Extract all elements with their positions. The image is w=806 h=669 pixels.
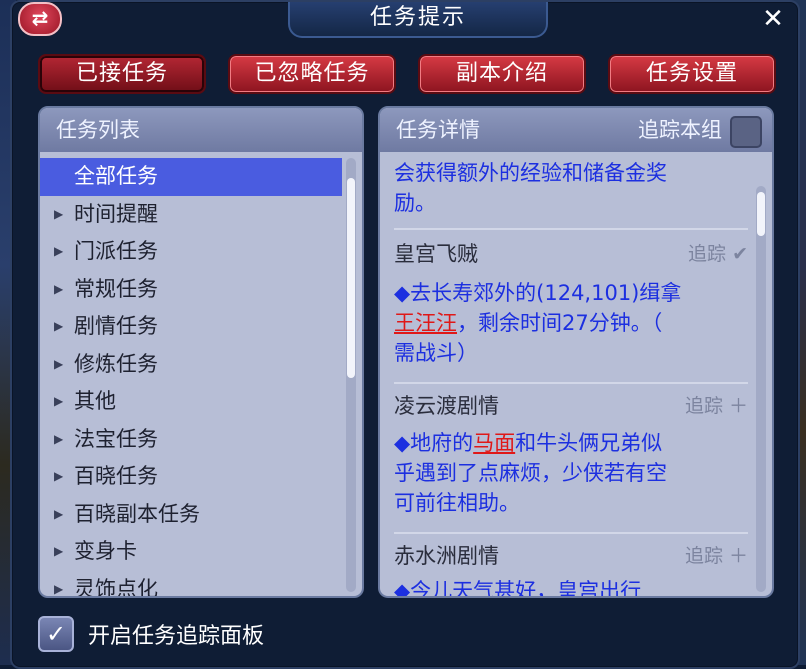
task-window: ⇄ 任务提示 ✕ 已接任务 已忽略任务 副本介绍 任务设置 任务列表 全部任务 …	[10, 0, 800, 669]
task-detail-header: 任务详情 追踪本组	[380, 108, 772, 152]
task-detail-title: 任务详情	[396, 118, 480, 142]
task-description-line: ◆今儿天气甚好，皇宫出行	[394, 579, 642, 596]
task-description-text: ◆地府的	[394, 431, 474, 455]
track-toggle-button[interactable]: 追踪 ＋	[685, 390, 748, 422]
track-group-checkbox[interactable]	[730, 116, 762, 148]
task-detail-content: 会获得额外的经验和储备金奖 励。 皇宫飞贼 追踪 ✔ ◆去长寿郊外的(124,1…	[394, 156, 748, 596]
scrollbar-thumb[interactable]	[757, 192, 765, 236]
task-description-line: 需战斗）	[394, 341, 478, 365]
list-item-label: 其他	[74, 389, 116, 413]
list-item-sect-tasks[interactable]: ▶ 门派任务	[40, 233, 342, 271]
divider	[394, 228, 748, 230]
task-description-line: 王汪汪，剩余时间27分钟。（	[394, 308, 662, 338]
list-item-other[interactable]: ▶ 其他	[40, 383, 342, 421]
task-detail-panel: 任务详情 追踪本组 会获得额外的经验和储备金奖 励。 皇宫飞贼 追踪 ✔ ◆去长…	[378, 106, 774, 598]
npc-link[interactable]: 马面	[473, 431, 515, 455]
expand-arrow-icon: ▶	[54, 469, 64, 483]
list-item-treasure-tasks[interactable]: ▶ 法宝任务	[40, 421, 342, 459]
list-item-label: 剧情任务	[74, 314, 158, 338]
tab-task-settings[interactable]: 任务设置	[608, 54, 776, 94]
list-item-regular-tasks[interactable]: ▶ 常规任务	[40, 271, 342, 309]
list-item-transform-card[interactable]: ▶ 变身卡	[40, 533, 342, 571]
tab-ignored-tasks[interactable]: 已忽略任务	[228, 54, 396, 94]
expand-arrow-icon: ▶	[54, 506, 64, 521]
list-item-label: 时间提醒	[74, 201, 158, 226]
task-description-line: ◆去长寿郊外的(124,101)缉拿	[394, 281, 682, 305]
expand-arrow-icon: ▶	[54, 394, 64, 408]
task-entry: 皇宫飞贼 追踪 ✔ ◆去长寿郊外的(124,101)缉拿 王汪汪，剩余时间27分…	[394, 238, 748, 378]
list-item-story-tasks[interactable]: ▶ 剧情任务	[40, 308, 342, 346]
task-description-text: 和牛头俩兄弟似	[515, 431, 663, 455]
tab-accepted-tasks[interactable]: 已接任务	[38, 54, 206, 94]
intro-text-line: 会获得额外的经验和储备金奖	[394, 161, 667, 185]
intro-text-line: 励。	[394, 191, 436, 215]
close-icon[interactable]: ✕	[758, 4, 788, 34]
window-title: 任务提示	[288, 2, 548, 38]
task-entry-title: 赤水洲剧情	[394, 544, 499, 568]
task-list-header: 任务列表	[40, 108, 362, 152]
expand-arrow-icon: ▶	[54, 356, 64, 371]
list-item-label: 常规任务	[74, 276, 158, 301]
list-item-label: 变身卡	[74, 539, 137, 563]
expand-arrow-icon: ▶	[54, 244, 64, 258]
track-toggle-button[interactable]: 追踪 ＋	[685, 540, 748, 572]
list-item-label: 法宝任务	[74, 426, 158, 451]
enable-tracking-panel-label: 开启任务追踪面板	[88, 624, 265, 649]
tab-dungeon-intro[interactable]: 副本介绍	[418, 54, 586, 94]
npc-link[interactable]: 王汪汪	[394, 311, 457, 335]
checkmark-icon: ✓	[45, 620, 67, 648]
list-item-label: 修炼任务	[74, 351, 158, 376]
expand-arrow-icon: ▶	[54, 581, 64, 596]
expand-arrow-icon: ▶	[54, 281, 64, 296]
task-description-text: ，剩余时间27分钟。（	[457, 311, 663, 335]
list-item-time-reminder[interactable]: ▶ 时间提醒	[40, 196, 342, 234]
expand-arrow-icon: ▶	[54, 431, 64, 446]
list-item-baixiao-dungeon-tasks[interactable]: ▶ 百晓副本任务	[40, 496, 342, 534]
task-list-panel: 任务列表 全部任务 ▶ 时间提醒 ▶ 门派任务 ▶ 常规任务 ▶ 剧情任务 ▶ …	[38, 106, 364, 598]
expand-arrow-icon: ▶	[54, 206, 64, 221]
task-list-scrollbar[interactable]	[346, 158, 356, 592]
list-item-label: 灵饰点化	[74, 576, 158, 598]
list-item-ornament-enchant[interactable]: ▶ 灵饰点化	[40, 571, 342, 598]
task-description-line: ◆地府的马面和牛头俩兄弟似	[394, 428, 662, 458]
scrollbar-thumb[interactable]	[347, 178, 355, 378]
task-list: 全部任务 ▶ 时间提醒 ▶ 门派任务 ▶ 常规任务 ▶ 剧情任务 ▶ 修炼任务	[40, 158, 342, 598]
divider	[394, 382, 748, 384]
list-item-label: 全部任务	[74, 164, 158, 188]
task-entry-title: 皇宫飞贼	[394, 242, 478, 266]
track-toggle-button[interactable]: 追踪 ✔	[688, 238, 748, 270]
task-description-line: 乎遇到了点麻烦，少侠若有空	[394, 461, 667, 485]
list-item-all-tasks[interactable]: 全部任务	[40, 158, 342, 196]
expand-arrow-icon: ▶	[54, 544, 64, 558]
title-bar: ⇄ 任务提示 ✕	[12, 2, 798, 40]
task-entry: 赤水洲剧情 追踪 ＋ ◆今儿天气甚好，皇宫出行	[394, 540, 748, 596]
list-item-label: 门派任务	[74, 239, 158, 263]
list-item-baixiao-tasks[interactable]: ▶ 百晓任务	[40, 458, 342, 496]
task-entry: 凌云渡剧情 追踪 ＋ ◆地府的马面和牛头俩兄弟似 乎遇到了点麻烦，少侠若有空 可…	[394, 390, 748, 530]
track-group-label: 追踪本组	[638, 118, 722, 142]
enable-tracking-panel-checkbox[interactable]: ✓	[38, 616, 74, 652]
divider	[394, 532, 748, 534]
list-item-cultivation-tasks[interactable]: ▶ 修炼任务	[40, 346, 342, 384]
task-description-line: 可前往相助。	[394, 491, 520, 515]
task-entry-title: 凌云渡剧情	[394, 394, 499, 418]
list-item-label: 百晓副本任务	[74, 501, 200, 526]
task-detail-scrollbar[interactable]	[756, 186, 766, 592]
expand-arrow-icon: ▶	[54, 319, 64, 333]
swap-icon[interactable]: ⇄	[18, 2, 62, 36]
list-item-label: 百晓任务	[74, 464, 158, 488]
